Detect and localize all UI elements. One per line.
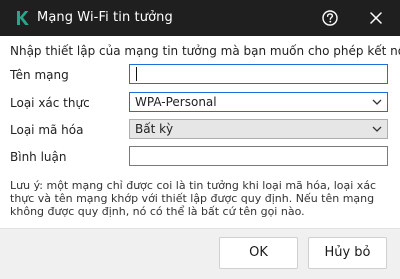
help-button[interactable]	[318, 6, 342, 30]
window-title: Mạng Wi-Fi tin tưởng	[37, 10, 173, 25]
cancel-button[interactable]: Hủy bỏ	[308, 237, 387, 269]
kaspersky-logo-icon	[17, 11, 29, 25]
comment-label: Bình luận	[10, 150, 67, 164]
auth-type-label: Loại xác thực	[10, 96, 90, 110]
ok-button[interactable]: OK	[219, 237, 298, 269]
help-circle-icon	[322, 10, 338, 26]
text-caret	[136, 67, 137, 81]
encryption-type-value: Bất kỳ	[135, 122, 174, 136]
network-name-input[interactable]	[129, 64, 388, 84]
network-name-label: Tên mạng	[10, 68, 69, 82]
auth-type-value: WPA-Personal	[135, 95, 217, 109]
close-icon	[370, 12, 382, 24]
comment-input[interactable]	[129, 146, 388, 166]
auth-type-select[interactable]: WPA-Personal	[129, 92, 388, 112]
chevron-down-icon	[372, 126, 382, 132]
encryption-type-label: Loại mã hóa	[10, 123, 84, 137]
close-button[interactable]	[364, 6, 388, 30]
title-bar: Mạng Wi-Fi tin tưởng	[0, 0, 400, 36]
intro-text: Nhập thiết lập của mạng tin tưởng mà bạn…	[10, 44, 400, 58]
encryption-type-select[interactable]: Bất kỳ	[129, 119, 388, 139]
chevron-down-icon	[372, 99, 382, 105]
note-text: Lưu ý: một mạng chỉ được coi là tin tưởn…	[10, 179, 377, 218]
dialog-footer: OK Hủy bỏ	[0, 228, 400, 279]
